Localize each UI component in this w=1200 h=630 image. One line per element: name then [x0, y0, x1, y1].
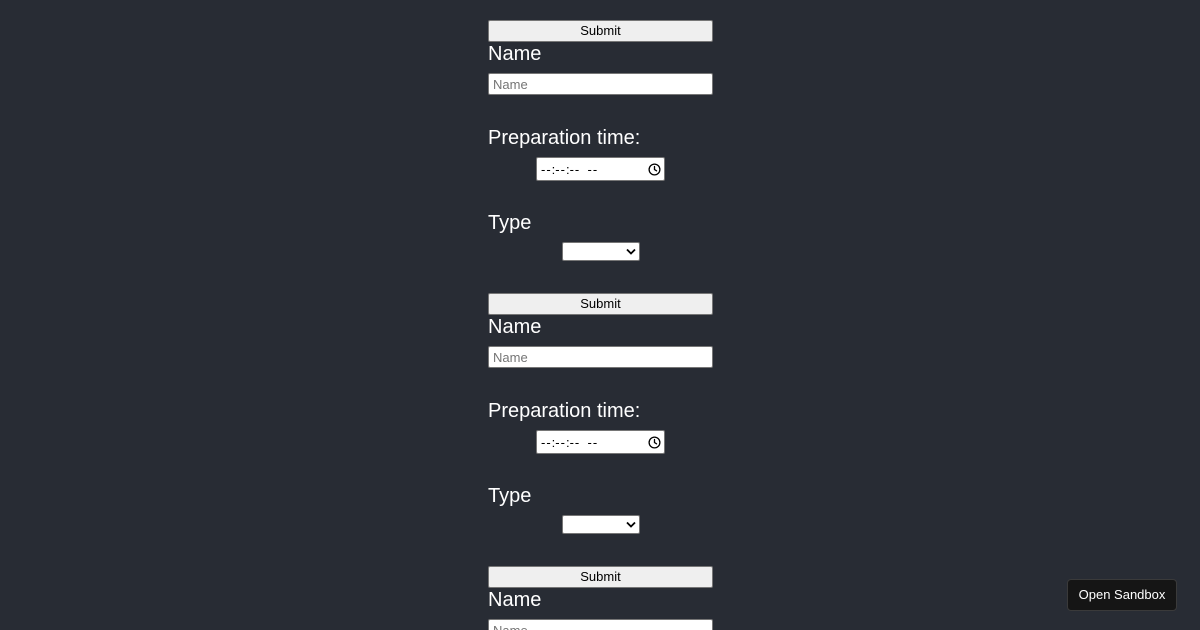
- submit-button[interactable]: Submit: [488, 566, 713, 588]
- chevron-down-icon: [625, 521, 636, 528]
- name-input[interactable]: [488, 346, 713, 368]
- time-minutes[interactable]: --: [555, 435, 566, 450]
- form-column: Submit Name Preparation time: --:--:-- -…: [488, 20, 713, 630]
- submit-button[interactable]: Submit: [488, 20, 713, 42]
- type-label: Type: [488, 485, 532, 507]
- name-label: Name: [488, 43, 542, 65]
- page: Submit Name Preparation time: --:--:-- -…: [0, 0, 1200, 630]
- submit-button[interactable]: Submit: [488, 293, 713, 315]
- time-seconds[interactable]: --: [570, 162, 581, 177]
- recipe-form: Submit Name Preparation time: --:--:-- -…: [488, 20, 713, 293]
- type-label: Type: [488, 212, 532, 234]
- chevron-down-icon: [625, 248, 636, 255]
- clock-icon[interactable]: [648, 435, 661, 449]
- open-sandbox-button[interactable]: Open Sandbox: [1067, 579, 1177, 611]
- preparation-time-label: Preparation time:: [488, 127, 641, 149]
- clock-icon[interactable]: [648, 162, 661, 176]
- time-period[interactable]: --: [588, 162, 599, 177]
- time-hours[interactable]: --: [541, 162, 552, 177]
- recipe-form: Submit Name Preparation time: --:--:-- -…: [488, 293, 713, 566]
- name-label: Name: [488, 589, 542, 611]
- recipe-form: Submit Name: [488, 566, 713, 630]
- preparation-time-input[interactable]: --: --: -- --: [536, 157, 665, 181]
- name-input[interactable]: [488, 73, 713, 95]
- preparation-time-label: Preparation time:: [488, 400, 641, 422]
- time-seconds[interactable]: --: [570, 435, 581, 450]
- type-select[interactable]: [561, 242, 640, 261]
- name-label: Name: [488, 316, 542, 338]
- name-input[interactable]: [488, 619, 713, 630]
- time-hours[interactable]: --: [541, 435, 552, 450]
- time-period[interactable]: --: [588, 435, 599, 450]
- time-minutes[interactable]: --: [555, 162, 566, 177]
- type-select[interactable]: [561, 515, 640, 534]
- preparation-time-input[interactable]: --: --: -- --: [536, 430, 665, 454]
